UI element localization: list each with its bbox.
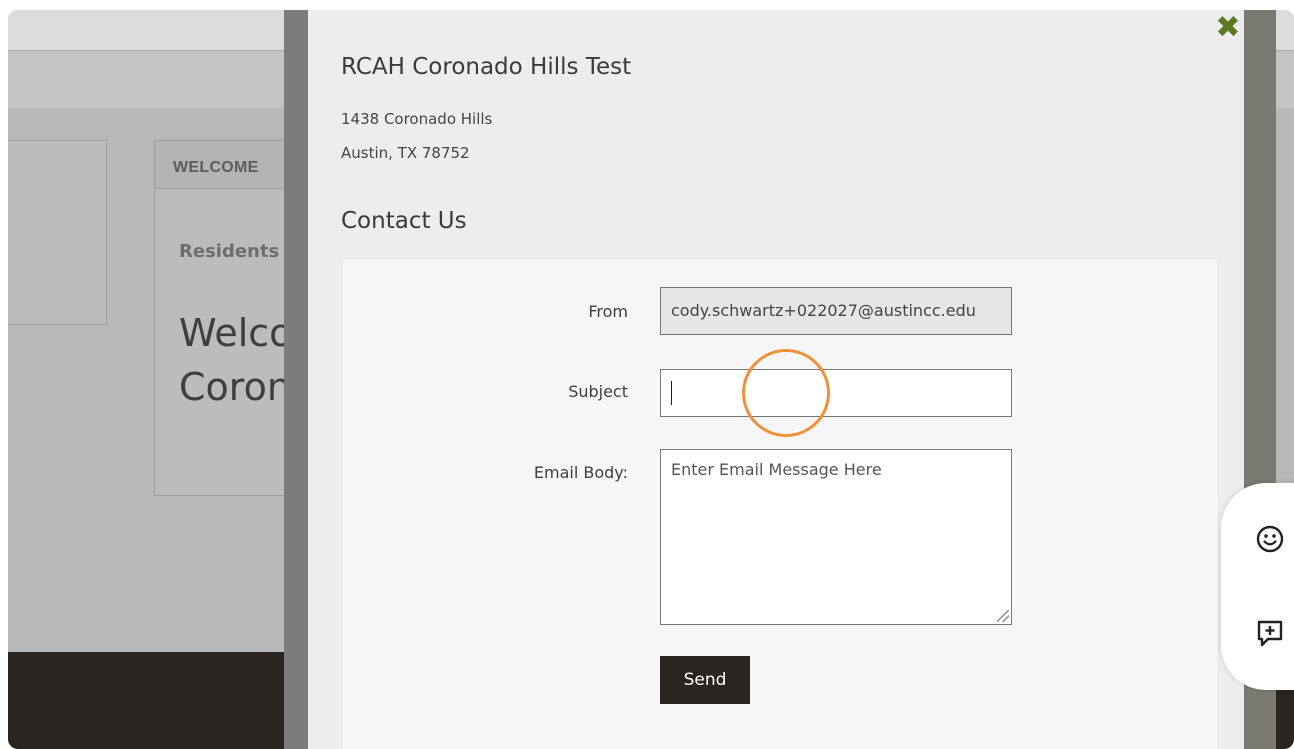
resize-grip-icon[interactable] (997, 610, 1009, 622)
residents-label: Residents (179, 241, 280, 262)
close-icon[interactable]: ✖ (1214, 13, 1242, 43)
page-frame: WELCOME Residents Welcome to Coronado RC… (8, 10, 1294, 749)
email-body-textarea[interactable]: Enter Email Message Here (660, 449, 1012, 625)
text-caret (671, 381, 672, 405)
modal-border-left (284, 10, 308, 749)
from-label: From (588, 302, 628, 321)
from-field[interactable]: cody.schwartz+022027@austincc.edu (660, 287, 1012, 335)
contact-form: From cody.schwartz+022027@austincc.edu S… (341, 258, 1219, 749)
background-left-box (8, 140, 107, 325)
feedback-widget (1221, 483, 1294, 690)
modal-title: RCAH Coronado Hills Test (341, 54, 632, 80)
comment-plus-icon[interactable] (1254, 617, 1286, 649)
email-body-placeholder: Enter Email Message Here (671, 460, 882, 479)
address-line-1: 1438 Coronado Hills (341, 110, 493, 128)
smiley-icon[interactable] (1254, 523, 1286, 555)
address-line-2: Austin, TX 78752 (341, 144, 470, 162)
email-body-label: Email Body: (533, 463, 628, 482)
click-indicator (742, 349, 830, 437)
contact-heading: Contact Us (341, 208, 467, 234)
subject-input[interactable] (660, 369, 1012, 417)
send-button[interactable]: Send (660, 656, 750, 704)
subject-label: Subject (568, 382, 628, 401)
